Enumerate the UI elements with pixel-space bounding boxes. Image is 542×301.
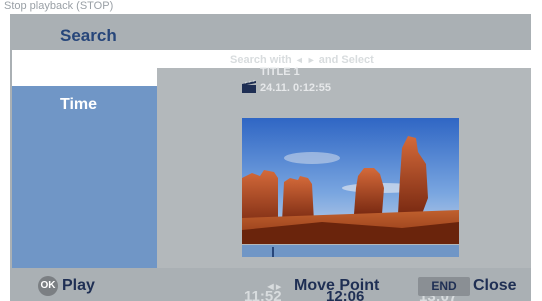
ok-button-icon[interactable]: OK: [38, 276, 58, 296]
timeline-marker[interactable]: [272, 247, 274, 257]
close-label[interactable]: Close: [473, 277, 517, 295]
search-menu: Search Time Search with ◄ ► and Select T…: [10, 14, 531, 301]
menu-title: Search: [60, 26, 117, 45]
video-thumbnail: [242, 118, 459, 244]
left-right-arrows-icon: ◄▸: [265, 281, 282, 293]
end-button-icon[interactable]: END: [418, 277, 470, 296]
menu-header: Search: [10, 14, 531, 50]
left-panel: Time: [12, 68, 157, 268]
search-hint: Search with ◄ ► and Select: [230, 54, 374, 66]
menu-footer: OK Play ◄▸ Move Point END Close: [10, 272, 531, 301]
top-strip: Stop playback (STOP): [0, 0, 542, 14]
recording-title: TITLE 1: [260, 66, 300, 78]
page-caption: Stop playback (STOP): [4, 0, 114, 12]
menu-item-time[interactable]: Time: [60, 96, 97, 114]
left-panel-gap: [12, 68, 157, 86]
right-arrow-icon: ►: [306, 55, 316, 65]
play-label[interactable]: Play: [62, 277, 95, 295]
recording-date: 24.11. 0:12:55: [260, 82, 331, 94]
move-point-label: Move Point: [294, 277, 380, 294]
hint-prefix: Search with: [230, 54, 292, 66]
clapperboard-icon: [240, 78, 258, 94]
timeline-bar[interactable]: [242, 245, 459, 257]
hint-suffix: and Select: [318, 54, 374, 66]
left-arrow-icon: ◄: [294, 55, 304, 65]
menu-content: Time Search with ◄ ► and Select TITLE 1 …: [12, 50, 531, 301]
